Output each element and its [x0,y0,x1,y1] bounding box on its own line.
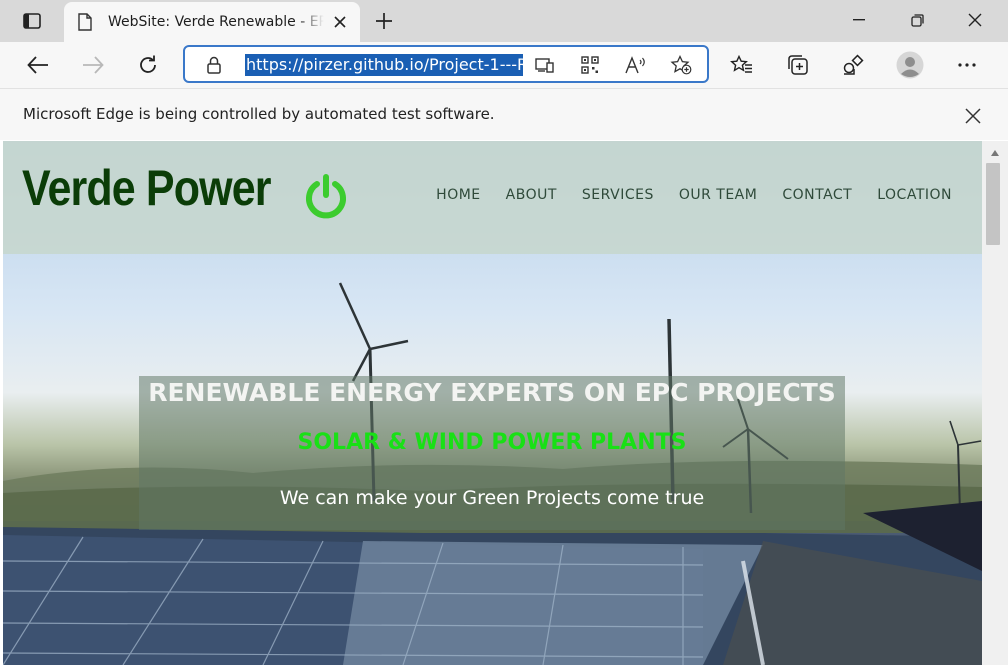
back-arrow-icon [27,56,48,74]
more-menu-button[interactable] [949,48,985,82]
app-available-button[interactable] [533,54,557,76]
refresh-button[interactable] [130,48,166,82]
tab-actions-icon [23,13,41,29]
restore-button[interactable] [888,0,946,40]
page-icon [78,13,94,31]
page-viewport: Verde Power HOME ABOUT SERVICES OUR TEAM… [0,141,1008,665]
favorites-icon [730,55,752,73]
favorites-button[interactable] [724,48,760,82]
automation-infobar: Microsoft Edge is being controlled by au… [0,88,1008,140]
browser-tab[interactable]: WebSite: Verde Renewable - EPC Projects [64,2,360,42]
browser-toolbar: https://pirzer.github.io/Project-1---R [0,42,1008,88]
url-text[interactable]: https://pirzer.github.io/Project-1---R [245,54,523,76]
add-favorite-button[interactable] [669,54,693,76]
profile-button[interactable] [892,48,928,82]
forward-button[interactable] [75,48,111,82]
nav-location-link[interactable]: LOCATION [877,187,952,203]
site-header: Verde Power HOME ABOUT SERVICES OUR TEAM… [3,141,982,254]
minimize-icon [853,19,865,21]
scroll-up-arrow-icon[interactable] [988,147,1002,159]
minimize-button[interactable] [830,0,888,40]
new-tab-button[interactable] [370,8,398,34]
collections-icon [788,55,808,75]
more-menu-icon [958,63,976,67]
nav-home-link[interactable]: HOME [436,187,480,203]
refresh-icon [140,55,156,73]
infobar-close-button[interactable] [960,103,986,129]
website-page: Verde Power HOME ABOUT SERVICES OUR TEAM… [3,141,982,665]
site-logo-text[interactable]: Verde Power [22,159,272,217]
tab-actions-button[interactable] [14,8,50,34]
nav-services-link[interactable]: SERVICES [582,187,654,203]
close-icon [968,13,982,27]
window-close-button[interactable] [946,0,1004,40]
page-scrollbar[interactable] [982,141,1008,665]
address-bar[interactable]: https://pirzer.github.io/Project-1---R [183,45,709,83]
title-bar: WebSite: Verde Renewable - EPC Projects [0,0,1008,42]
nav-contact-link[interactable]: CONTACT [782,187,852,203]
tab-close-button[interactable] [330,12,350,32]
forward-arrow-icon [83,56,104,74]
nav-our-team-link[interactable]: OUR TEAM [679,187,758,203]
close-icon [965,108,981,124]
tab-title: WebSite: Verde Renewable - EPC Projects [108,14,324,30]
power-icon [306,174,346,219]
extensions-icon [843,54,864,75]
add-favorite-icon [670,55,692,75]
site-nav: HOME ABOUT SERVICES OUR TEAM CONTACT LOC… [411,187,952,203]
plus-icon [376,13,392,29]
close-icon [334,16,346,28]
lock-icon[interactable] [205,55,223,75]
qr-code-icon [581,56,599,74]
extensions-button[interactable] [835,48,871,82]
back-button[interactable] [20,48,56,82]
infobar-message: Microsoft Edge is being controlled by au… [23,105,495,123]
hero-title: RENEWABLE ENERGY EXPERTS ON EPC PROJECTS [148,378,836,407]
hero-subtitle: SOLAR & WIND POWER PLANTS [297,430,687,455]
collections-button[interactable] [780,48,816,82]
nav-about-link[interactable]: ABOUT [506,187,557,203]
hero-tagline: We can make your Green Projects come tru… [279,487,705,509]
scrollbar-thumb[interactable] [986,163,1000,245]
profile-avatar-icon [896,51,924,79]
restore-icon [910,13,924,27]
qr-code-button[interactable] [578,54,602,76]
app-available-icon [535,58,554,73]
read-aloud-icon [625,56,645,74]
read-aloud-button[interactable] [624,54,648,76]
